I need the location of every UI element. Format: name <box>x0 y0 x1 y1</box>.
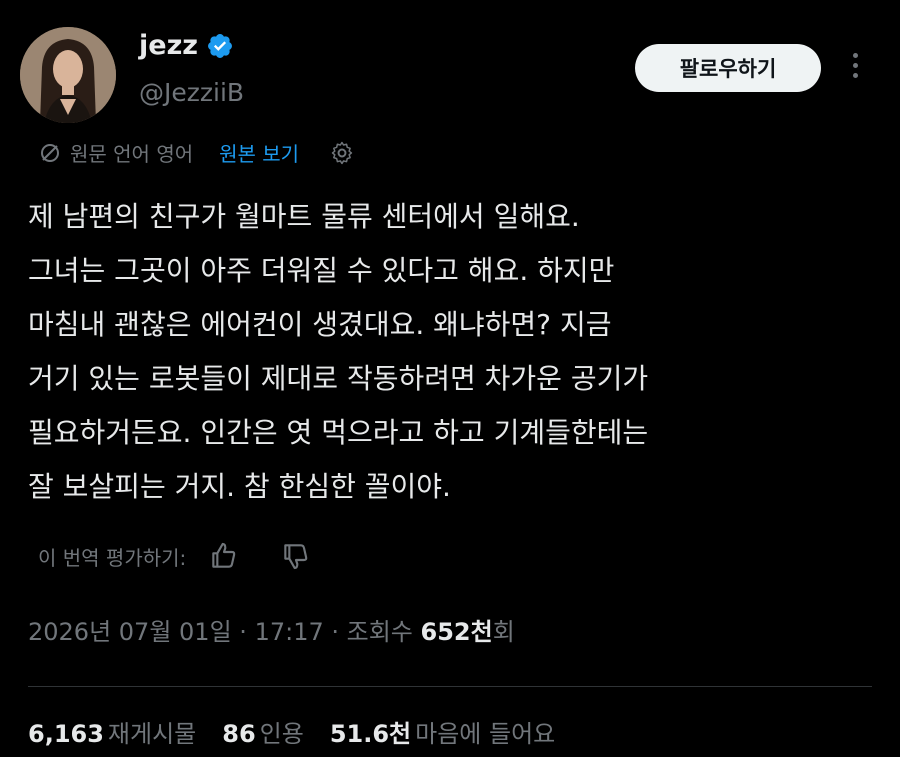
source-language-label: 원문 언어 영어 <box>70 142 194 166</box>
quotes-stat[interactable]: 86 인용 <box>222 714 304 749</box>
avatar[interactable] <box>20 27 116 123</box>
views-suffix: 회 <box>492 618 515 646</box>
tweet-line: 잘 보살피는 거지. 참 한심한 꼴이야. <box>28 470 451 503</box>
quotes-label: 인용 <box>259 720 304 748</box>
separator-dot: · <box>331 618 347 646</box>
likes-stat[interactable]: 51.6천 마음에 들어요 <box>330 714 555 749</box>
tweet-time[interactable]: 17:17 <box>255 618 324 646</box>
thumbs-down-icon[interactable] <box>280 540 312 572</box>
gear-icon[interactable] <box>329 140 355 166</box>
avatar-image <box>20 27 116 123</box>
views-count: 652천 <box>420 618 493 646</box>
tweet-line: 마침내 괜찮은 에어컨이 생겼대요. 왜냐하면? 지금 <box>28 308 612 341</box>
likes-label: 마음에 들어요 <box>415 720 556 748</box>
view-original-link[interactable]: 원본 보기 <box>219 138 299 167</box>
follow-button[interactable]: 팔로우하기 <box>635 44 821 92</box>
engagement-stats: 6,163 재게시물 86 인용 51.6천 마음에 들어요 <box>28 714 581 749</box>
quotes-count: 86 <box>222 720 256 748</box>
author-handle[interactable]: @JezziiB <box>139 78 244 107</box>
likes-count: 51.6천 <box>329 720 412 748</box>
thumbs-up-icon[interactable] <box>208 540 240 572</box>
author-display-name[interactable]: jezz <box>139 30 198 61</box>
more-options-icon[interactable] <box>848 48 862 88</box>
tweet-line: 거기 있는 로봇들이 제대로 작동하려면 차가운 공기가 <box>28 362 649 395</box>
translate-icon <box>41 143 59 162</box>
tweet-line: 제 남편의 친구가 월마트 물류 센터에서 일해요. <box>28 200 580 233</box>
tweet-text: 제 남편의 친구가 월마트 물류 센터에서 일해요. 그녀는 그곳이 아주 더워… <box>28 190 888 514</box>
divider <box>28 686 872 687</box>
tweet-date[interactable]: 2026년 07월 01일 <box>28 618 232 646</box>
verified-badge-icon <box>208 33 232 58</box>
separator-dot: · <box>239 618 255 646</box>
reposts-label: 재게시물 <box>107 720 197 748</box>
reposts-stat[interactable]: 6,163 재게시물 <box>28 714 196 749</box>
tweet-line: 필요하거든요. 인간은 엿 먹으라고 하고 기계들한테는 <box>28 416 649 449</box>
rate-translation-label: 이 번역 평가하기: <box>38 545 187 570</box>
reposts-count: 6,163 <box>28 720 104 748</box>
tweet-meta: 2026년 07월 01일 · 17:17 · 조회수 652천회 <box>28 612 515 647</box>
tweet-line: 그녀는 그곳이 아주 더워질 수 있다고 해요. 하지만 <box>28 254 615 287</box>
views-label: 조회수 <box>346 618 413 646</box>
